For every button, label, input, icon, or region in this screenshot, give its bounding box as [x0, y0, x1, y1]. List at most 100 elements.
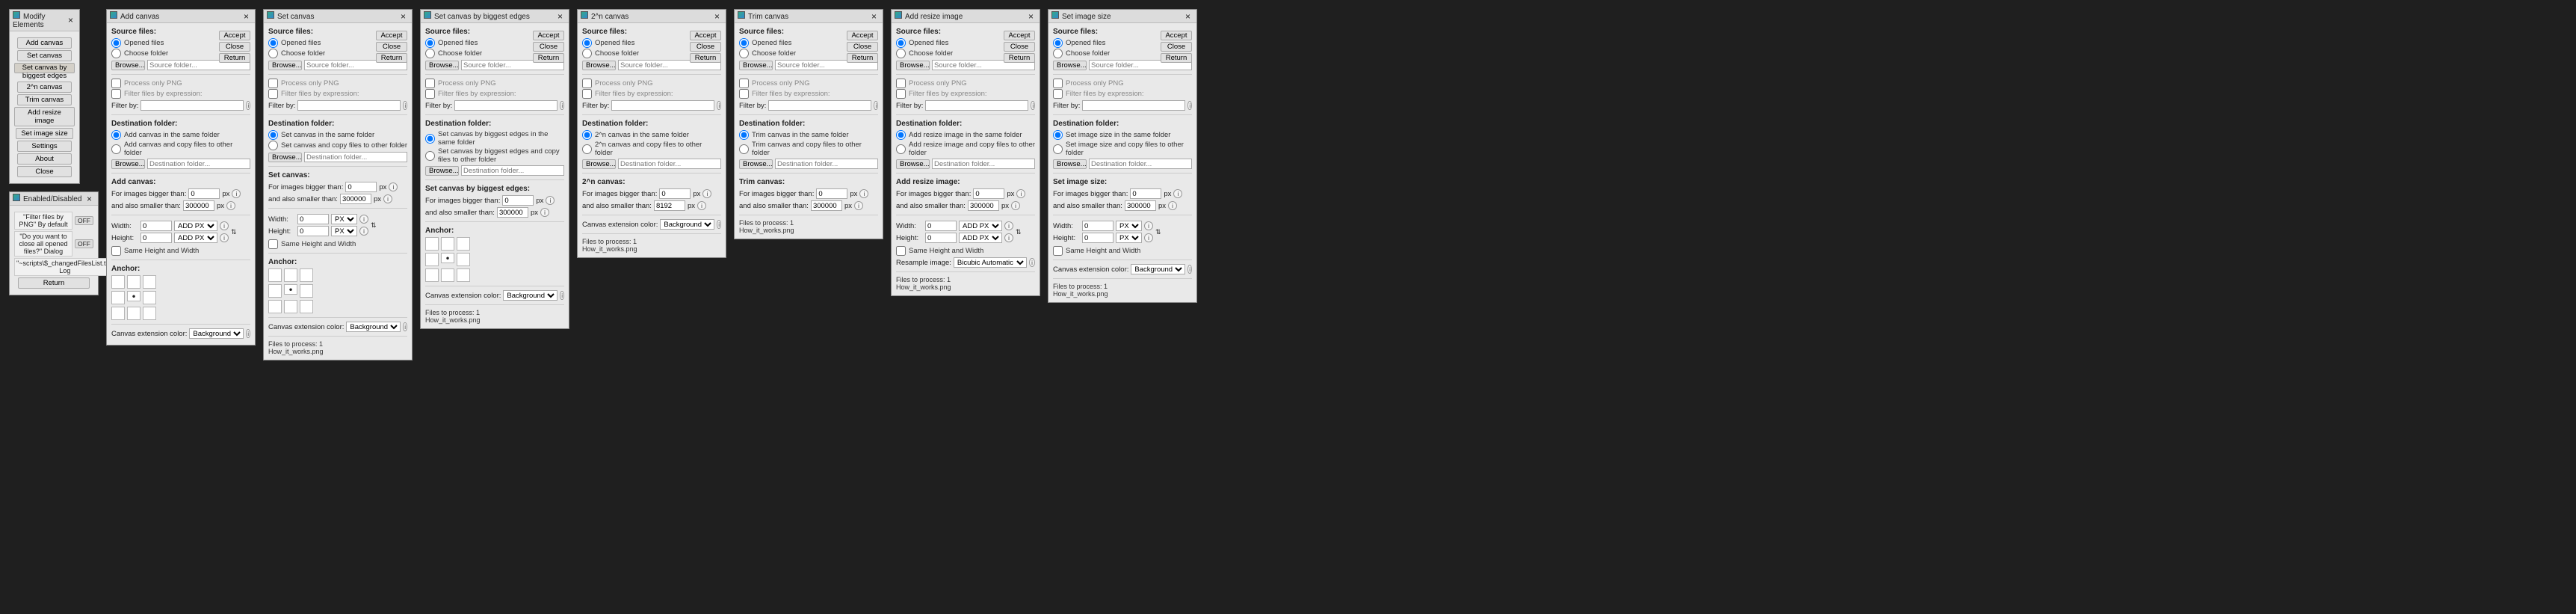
swap-icon[interactable]: ⇅ [231, 229, 237, 236]
return-button[interactable]: Return [376, 53, 407, 63]
browse-button[interactable]: Browse... [582, 61, 616, 70]
info-icon[interactable]: i [560, 291, 564, 300]
info-icon[interactable]: i [383, 194, 392, 203]
anchor-cell-0[interactable] [268, 268, 282, 282]
dest-folder-input[interactable] [147, 159, 250, 169]
browse-button[interactable]: Browse... [896, 61, 930, 70]
dest-same-radio[interactable]: 2^n canvas in the same folder [582, 130, 721, 140]
modify-btn-3[interactable]: 2^n canvas [17, 82, 72, 93]
bigger-input[interactable] [816, 188, 847, 199]
bigger-input[interactable] [345, 182, 377, 192]
info-icon[interactable]: i [246, 329, 250, 338]
accept-button[interactable]: Accept [690, 31, 721, 40]
filter-input[interactable] [1082, 100, 1185, 111]
toggle-switch-1[interactable]: OFF [75, 239, 93, 248]
process-png-check[interactable]: Process only PNG [111, 79, 250, 88]
ext-color-select[interactable]: Background [346, 322, 401, 332]
anchor-cell-1[interactable] [127, 275, 140, 289]
anchor-cell-0[interactable] [425, 237, 439, 251]
anchor-cell-5[interactable] [143, 291, 156, 304]
info-icon[interactable]: i [717, 220, 721, 229]
modify-btn-7[interactable]: Settings [17, 141, 72, 152]
process-png-check[interactable]: Process only PNG [1053, 79, 1192, 88]
dest-browse-button[interactable]: Browse... [739, 159, 773, 169]
dest-copy-radio[interactable]: Trim canvas and copy files to other fold… [739, 141, 878, 157]
dest-folder-input[interactable] [932, 159, 1035, 169]
accept-button[interactable]: Accept [533, 31, 564, 40]
width-input[interactable] [925, 221, 957, 231]
close-icon[interactable]: × [1025, 12, 1037, 21]
modify-btn-5[interactable]: Add resize image [14, 107, 75, 126]
height-unit-select[interactable]: PX [1116, 233, 1142, 243]
modify-btn-4[interactable]: Trim canvas [17, 94, 72, 105]
info-icon[interactable]: i [1004, 221, 1013, 230]
swap-icon[interactable]: ⇅ [371, 222, 377, 229]
anchor-grid[interactable] [111, 275, 250, 320]
dest-folder-input[interactable] [775, 159, 878, 169]
dest-browse-button[interactable]: Browse... [425, 166, 459, 176]
info-icon[interactable]: i [1031, 101, 1035, 110]
height-input[interactable] [925, 233, 957, 243]
anchor-cell-4[interactable] [127, 291, 140, 301]
close-icon[interactable]: × [1182, 12, 1193, 21]
bigger-input[interactable] [502, 195, 534, 206]
filter-expr-check[interactable]: Filter files by expression: [1053, 89, 1192, 99]
anchor-cell-0[interactable] [111, 275, 125, 289]
info-icon[interactable]: i [232, 189, 241, 198]
close-icon[interactable]: × [241, 12, 252, 21]
filter-expr-check[interactable]: Filter files by expression: [896, 89, 1035, 99]
anchor-cell-2[interactable] [457, 237, 470, 251]
info-icon[interactable]: i [854, 201, 863, 210]
height-input[interactable] [1082, 233, 1114, 243]
same-wh-check[interactable]: Same Height and Width [268, 239, 407, 249]
same-wh-check[interactable]: Same Height and Width [111, 246, 250, 256]
modify-btn-0[interactable]: Add canvas [17, 37, 72, 49]
filter-expr-check[interactable]: Filter files by expression: [111, 89, 250, 99]
browse-button[interactable]: Browse... [111, 61, 145, 70]
info-icon[interactable]: i [1173, 189, 1182, 198]
process-png-check[interactable]: Process only PNG [582, 79, 721, 88]
browse-button[interactable]: Browse... [268, 61, 302, 70]
anchor-cell-2[interactable] [300, 268, 313, 282]
bigger-input[interactable] [1130, 188, 1161, 199]
ext-color-select[interactable]: Background [189, 328, 244, 339]
process-png-check[interactable]: Process only PNG [896, 79, 1035, 88]
anchor-cell-4[interactable] [441, 253, 454, 263]
dest-same-radio[interactable]: Set canvas by biggest edges in the same … [425, 130, 564, 147]
info-icon[interactable]: i [403, 322, 407, 331]
dest-folder-input[interactable] [618, 159, 721, 169]
accept-button[interactable]: Accept [1004, 31, 1035, 40]
info-icon[interactable]: i [859, 189, 868, 198]
smaller-input[interactable] [811, 200, 842, 211]
close-button[interactable]: Close [690, 42, 721, 52]
accept-button[interactable]: Accept [219, 31, 250, 40]
width-unit-select[interactable]: PX [331, 214, 357, 224]
close-icon[interactable]: × [398, 12, 409, 21]
anchor-cell-5[interactable] [300, 284, 313, 298]
anchor-cell-5[interactable] [457, 253, 470, 266]
info-icon[interactable]: i [874, 101, 878, 110]
anchor-cell-2[interactable] [143, 275, 156, 289]
info-icon[interactable]: i [226, 201, 235, 210]
return-button[interactable]: Return [1161, 53, 1192, 63]
return-button[interactable]: Return [690, 53, 721, 63]
close-icon[interactable]: × [84, 194, 95, 203]
close-button[interactable]: Close [219, 42, 250, 52]
info-icon[interactable]: i [702, 189, 711, 198]
bigger-input[interactable] [188, 188, 220, 199]
filter-expr-check[interactable]: Filter files by expression: [739, 89, 878, 99]
close-icon[interactable]: × [65, 16, 76, 25]
accept-button[interactable]: Accept [1161, 31, 1192, 40]
info-icon[interactable]: i [1029, 258, 1035, 267]
info-icon[interactable]: i [1004, 233, 1013, 242]
anchor-cell-3[interactable] [268, 284, 282, 298]
anchor-cell-6[interactable] [268, 300, 282, 313]
dest-folder-input[interactable] [1089, 159, 1192, 169]
dest-folder-input[interactable] [304, 152, 407, 162]
smaller-input[interactable] [968, 200, 999, 211]
anchor-cell-8[interactable] [300, 300, 313, 313]
info-icon[interactable]: i [546, 196, 555, 205]
height-input[interactable] [140, 233, 172, 243]
modify-btn-6[interactable]: Set image size [16, 128, 72, 139]
width-input[interactable] [140, 221, 172, 231]
